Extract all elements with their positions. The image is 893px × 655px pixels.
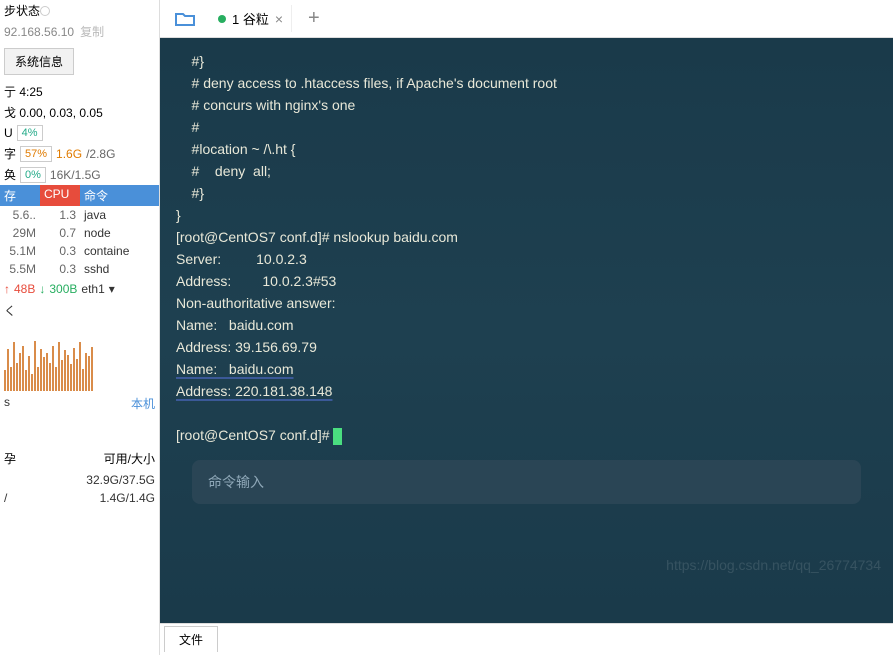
swap-row: 奂 0% 16K/1.5G bbox=[0, 164, 159, 185]
prompt-line: [root@CentOS7 conf.d]# bbox=[176, 424, 877, 446]
sync-status-row: 步状态 bbox=[0, 0, 159, 21]
annotated-address-line: Address: 220.181.38.148 bbox=[176, 380, 877, 402]
mem-percent: 57% bbox=[20, 146, 52, 162]
cursor-icon bbox=[333, 428, 342, 445]
process-row[interactable]: 29M0.7node bbox=[0, 224, 159, 242]
cpu-percent: 4% bbox=[17, 125, 43, 141]
terminal[interactable]: #} # deny access to .htaccess files, if … bbox=[160, 38, 893, 623]
close-icon[interactable]: × bbox=[275, 11, 283, 27]
tab-bar: 1 谷粒 × + bbox=[160, 0, 893, 38]
header-cpu[interactable]: CPU bbox=[40, 185, 80, 206]
process-table-header: 存 CPU 命令 bbox=[0, 185, 159, 206]
copy-button[interactable]: 复制 bbox=[80, 23, 104, 40]
watermark: https://blog.csdn.net/qq_26774734 bbox=[666, 557, 881, 573]
tab-terminal-1[interactable]: 1 谷粒 × bbox=[210, 5, 292, 32]
annotated-name-line: Name: baidu.com bbox=[176, 358, 877, 380]
mem-used: 1.6G bbox=[56, 147, 82, 161]
load-row: 戈 0.00, 0.03, 0.05 bbox=[0, 102, 159, 123]
ip-address: 92.168.56.10 bbox=[4, 25, 74, 39]
arrow-up-icon: ↑ bbox=[4, 282, 10, 296]
cpu-row: U 4% bbox=[0, 123, 159, 143]
add-tab-button[interactable]: + bbox=[300, 7, 328, 30]
sidebar: 步状态 92.168.56.10 复制 系统信息 亍 4:25 戈 0.00, … bbox=[0, 0, 160, 655]
bottom-tab-bar: 文件 bbox=[160, 623, 893, 655]
system-info-button[interactable]: 系统信息 bbox=[4, 48, 74, 75]
ip-row: 92.168.56.10 复制 bbox=[0, 21, 159, 42]
swap-percent: 0% bbox=[20, 167, 46, 183]
main-panel: 1 谷粒 × + #} # deny access to .htaccess f… bbox=[160, 0, 893, 655]
header-command[interactable]: 命令 bbox=[80, 185, 159, 206]
process-row[interactable]: 5.1M0.3containe bbox=[0, 242, 159, 260]
bottom-tab-files[interactable]: 文件 bbox=[164, 626, 218, 652]
arrow-down-icon: ↓ bbox=[39, 282, 45, 296]
dropdown-icon[interactable]: ▾ bbox=[109, 282, 115, 296]
memory-row: 字 57% 1.6G/2.8G bbox=[0, 143, 159, 164]
tab-label: 1 谷粒 bbox=[232, 9, 269, 28]
status-dot-icon bbox=[218, 15, 226, 23]
header-memory[interactable]: 存 bbox=[0, 185, 40, 206]
disk-header: 孕 可用/大小 bbox=[0, 446, 159, 471]
folder-icon[interactable] bbox=[168, 5, 202, 33]
network-row: ↑48B ↓300B eth1 ▾ bbox=[0, 278, 159, 300]
process-row[interactable]: 5.6..1.3java bbox=[0, 206, 159, 224]
status-dot-icon bbox=[40, 6, 50, 16]
disk-row: 32.9G/37.5G bbox=[0, 471, 159, 489]
command-input[interactable]: 命令输入 bbox=[192, 460, 861, 504]
network-chart bbox=[0, 321, 159, 391]
uptime-row: 亍 4:25 bbox=[0, 81, 159, 102]
process-row[interactable]: 5.5M0.3sshd bbox=[0, 260, 159, 278]
disk-row: /1.4G/1.4G bbox=[0, 489, 159, 507]
s-row: s 本机 bbox=[0, 391, 159, 416]
status-label: 步状态 bbox=[4, 2, 40, 19]
